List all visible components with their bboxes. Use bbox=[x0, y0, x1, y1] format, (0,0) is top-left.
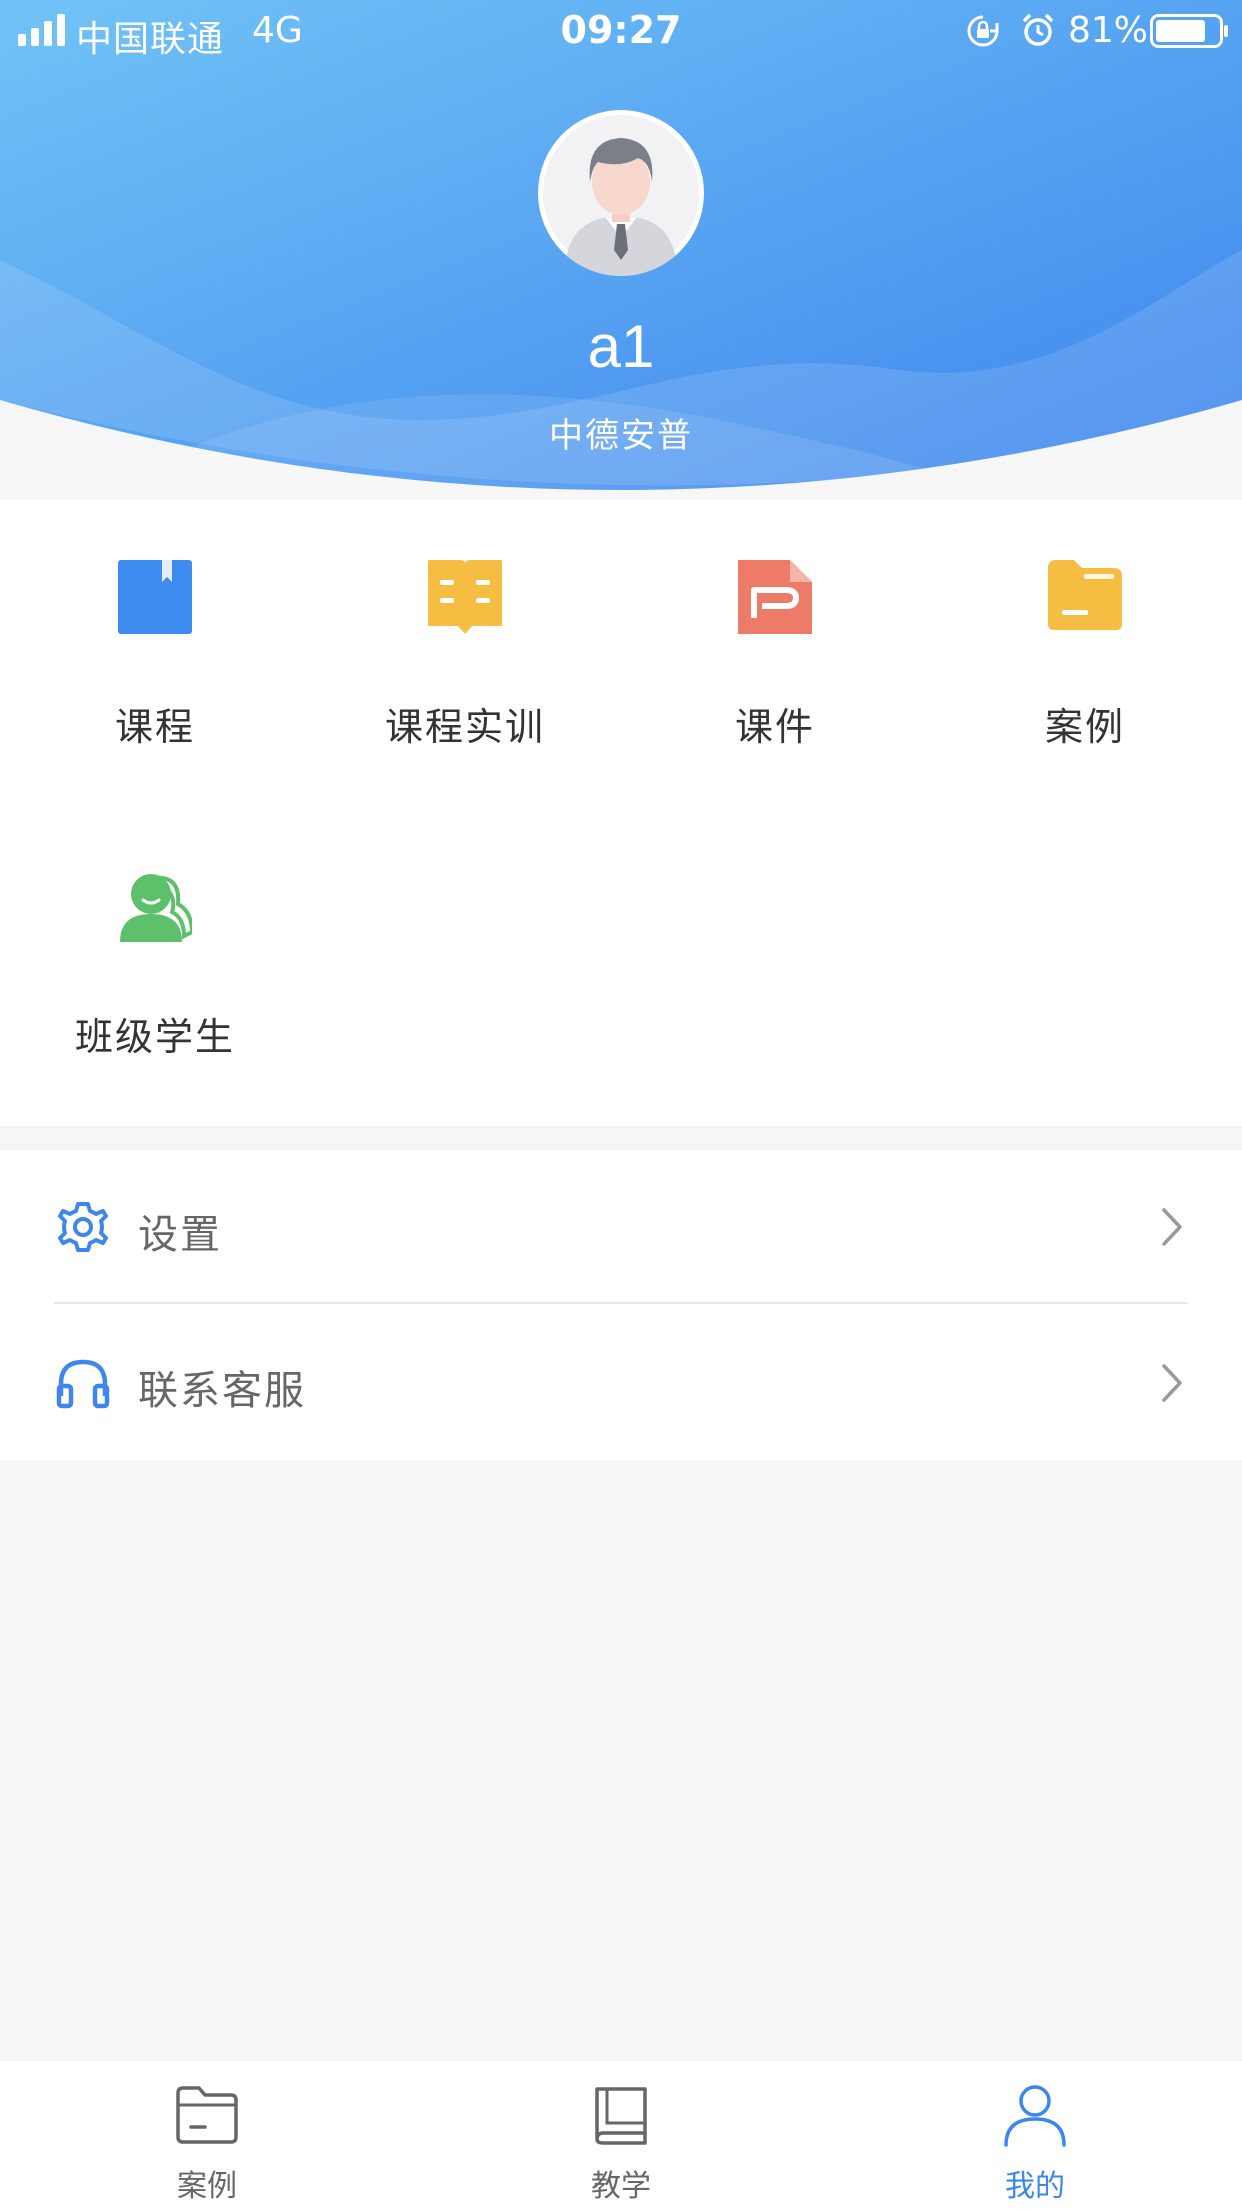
tab-mine[interactable]: 我的 bbox=[828, 2061, 1242, 2209]
menu-item-label: 设置 bbox=[138, 1212, 222, 1258]
menu-item-label: 联系客服 bbox=[138, 1368, 306, 1414]
rotation-lock-icon bbox=[967, 15, 999, 47]
grid-item-label: 案例 bbox=[1044, 705, 1125, 749]
user-avatar-illustration bbox=[543, 115, 699, 276]
menu-item-settings[interactable]: 设置 bbox=[0, 1150, 1242, 1304]
grid-item-label: 课件 bbox=[734, 705, 815, 749]
menu-item-contact-support[interactable]: 联系客服 bbox=[0, 1306, 1242, 1460]
divider bbox=[54, 1302, 1188, 1304]
folder-icon bbox=[176, 2086, 238, 2144]
user-name: a1 bbox=[587, 313, 655, 380]
ppt-file-icon bbox=[738, 560, 812, 634]
tab-teaching[interactable]: 教学 bbox=[414, 2061, 828, 2209]
tab-label: 教学 bbox=[591, 2169, 651, 2204]
feature-grid: 课程 课程实训 课件 案例 班级学生 bbox=[0, 500, 1242, 1126]
bottom-tab-bar: 案例 教学 我的 bbox=[0, 2060, 1242, 2209]
grid-item-label: 课程实训 bbox=[384, 705, 545, 749]
tab-label: 我的 bbox=[1005, 2169, 1065, 2204]
menu-list: 设置 联系客服 bbox=[0, 1150, 1242, 1460]
user-icon bbox=[1004, 2085, 1066, 2147]
avatar[interactable] bbox=[538, 110, 704, 276]
folder-icon bbox=[1048, 560, 1122, 630]
headset-icon bbox=[56, 1359, 110, 1409]
grid-item-label: 课程 bbox=[114, 705, 195, 749]
battery-percentage: 81% bbox=[1068, 10, 1149, 51]
battery-icon bbox=[1150, 14, 1228, 48]
grid-item-course-training[interactable]: 课程实训 bbox=[310, 500, 620, 749]
alarm-icon bbox=[1022, 13, 1054, 46]
book-icon bbox=[595, 2087, 647, 2145]
tab-label: 案例 bbox=[177, 2169, 237, 2204]
book-icon bbox=[118, 560, 192, 634]
chevron-right-icon bbox=[1162, 1208, 1182, 1246]
open-book-icon bbox=[428, 560, 502, 634]
students-icon bbox=[120, 874, 192, 942]
status-bar: 中国联通 4G 09:27 81% bbox=[0, 0, 1242, 62]
grid-item-label: 班级学生 bbox=[74, 1015, 235, 1059]
grid-item-cases[interactable]: 案例 bbox=[930, 500, 1240, 749]
organization-name: 中德安普 bbox=[549, 416, 693, 456]
grid-item-courseware[interactable]: 课件 bbox=[620, 500, 930, 749]
chevron-right-icon bbox=[1162, 1364, 1182, 1402]
grid-item-class-students[interactable]: 班级学生 bbox=[0, 810, 310, 1059]
gear-icon bbox=[58, 1202, 108, 1252]
tab-cases[interactable]: 案例 bbox=[0, 2061, 414, 2209]
grid-item-course[interactable]: 课程 bbox=[0, 500, 310, 749]
